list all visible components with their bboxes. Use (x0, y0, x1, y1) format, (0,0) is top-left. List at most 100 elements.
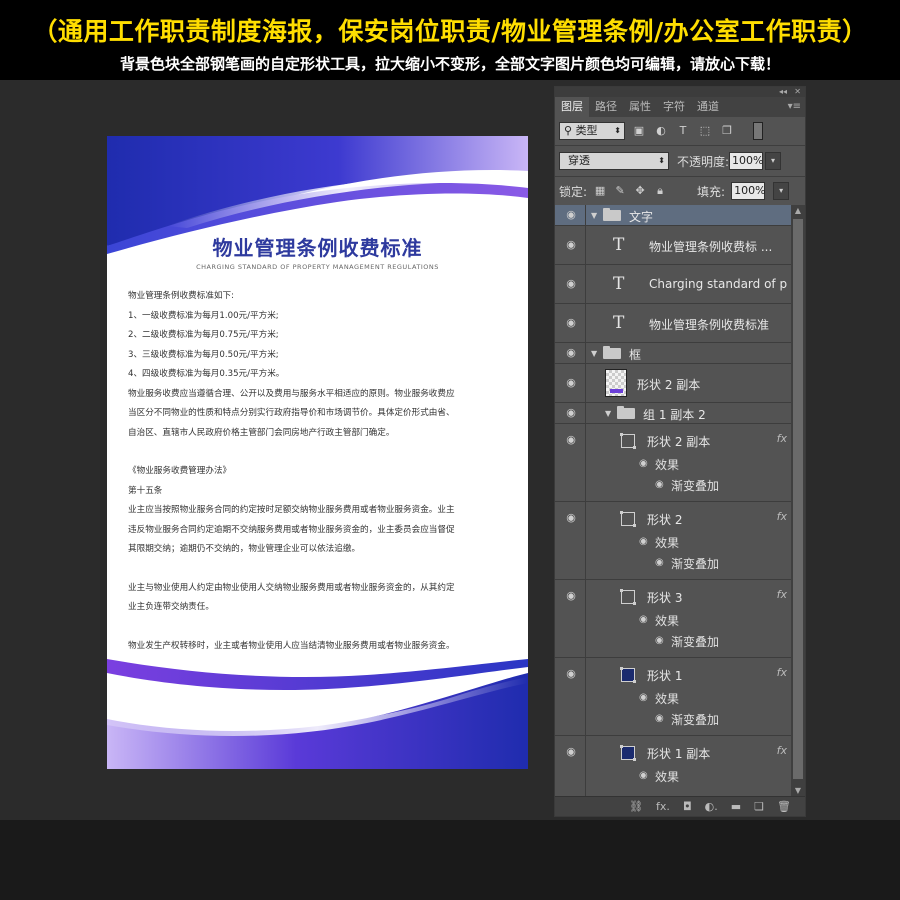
lock-move-icon[interactable]: ✥ (633, 184, 647, 198)
layer-fx-0[interactable]: ◉ 形状 2 副本 fx ◉ 效果 ◉ 渐变叠加 (555, 424, 791, 502)
fx-badge[interactable]: fx (777, 510, 787, 523)
gradient-overlay-label: 渐变叠加 (671, 557, 720, 571)
poster-document[interactable]: 物业管理条例收费标准 CHARGING STANDARD OF PROPERTY… (107, 136, 528, 769)
poster-body-text: 物业管理条例收费标准如下: 1、一级收费标准为每月1.00元/平方米; 2、二级收费… (128, 287, 510, 656)
caret-down-icon[interactable]: ▼ (591, 205, 597, 226)
layer-fx-1[interactable]: ◉ 形状 2 fx ◉ 效果 ◉ 渐变叠加 (555, 502, 791, 580)
tab-paths[interactable]: 路径 (589, 97, 623, 117)
divider (585, 226, 586, 264)
fill-dropdown-icon[interactable]: ▾ (773, 182, 790, 200)
filter-kind-select[interactable]: ⚲ 类型 ⬍ (559, 122, 625, 140)
scroll-up-icon[interactable]: ▲ (791, 205, 805, 217)
opacity-dropdown-icon[interactable]: ▾ (765, 152, 782, 170)
poster-text-line: 1、一级收费标准为每月1.00元/平方米; (128, 310, 279, 321)
collapse-icon[interactable]: ◂◂ (779, 87, 787, 97)
eye-icon[interactable]: ◉ (563, 434, 579, 446)
tab-layers[interactable]: 图层 (555, 97, 589, 117)
layers-list: ◉ ▼ 文字 ◉ T 物业管理条例收费标 ... ◉ T Charging st… (555, 205, 791, 797)
eye-icon[interactable]: ◉ (563, 317, 579, 329)
fx-badge[interactable]: fx (777, 432, 787, 445)
eye-icon[interactable]: ◉ (563, 668, 579, 680)
shape-filter-icon[interactable]: ⬚ (697, 123, 713, 139)
fx-badge[interactable]: fx (777, 744, 787, 757)
link-icon[interactable]: ⛓ (629, 797, 643, 817)
eye-icon[interactable]: ◉ (563, 239, 579, 251)
eye-icon[interactable]: ◉ (563, 209, 579, 221)
eye-icon[interactable]: ◉ (563, 278, 579, 290)
layer-shape-2-copy[interactable]: ◉ 形状 2 副本 (555, 364, 791, 403)
tab-character[interactable]: 字符 (657, 97, 691, 117)
eye-icon[interactable]: ◉ (563, 347, 579, 359)
effect-eye-icon[interactable]: ◉ (639, 692, 648, 703)
adjustment-icon[interactable]: ◐. (705, 797, 718, 817)
fill-input[interactable]: 100% (731, 182, 766, 200)
text-layer-icon: T (613, 235, 625, 255)
eye-icon[interactable]: ◉ (563, 407, 579, 419)
effect-eye-icon[interactable]: ◉ (655, 557, 664, 568)
eye-icon[interactable]: ◉ (563, 746, 579, 758)
caret-down-icon[interactable]: ▼ (591, 343, 597, 364)
layer-group-1-copy-2[interactable]: ◉ ▼ 组 1 副本 2 (555, 403, 791, 424)
divider (585, 736, 586, 797)
tab-properties[interactable]: 属性 (623, 97, 657, 117)
blend-mode-select[interactable]: 穿透 ⬍ (559, 152, 669, 170)
adjustment-filter-icon[interactable]: ◐ (653, 123, 669, 139)
divider (585, 205, 586, 225)
layer-text-3[interactable]: ◉ T 物业管理条例收费标准 (555, 304, 791, 343)
poster-text-line: 业主与物业使用人约定由物业使用人交纳物业服务费用或者物业服务资金的，从其约定 (128, 582, 455, 593)
fx-badge[interactable]: fx (777, 588, 787, 601)
caret-down-icon[interactable]: ▼ (605, 403, 611, 424)
eye-icon[interactable]: ◉ (563, 377, 579, 389)
folder-icon (603, 208, 621, 221)
lock-transparent-icon[interactable]: ▦ (593, 184, 607, 198)
layer-name: 组 1 副本 2 (643, 408, 706, 422)
effect-eye-icon[interactable]: ◉ (639, 536, 648, 547)
shape-thumbnail-icon (620, 433, 636, 449)
effect-eye-icon[interactable]: ◉ (639, 770, 648, 781)
layer-fx-3[interactable]: ◉ 形状 1 fx ◉ 效果 ◉ 渐变叠加 (555, 658, 791, 736)
panel-title-bar[interactable]: ◂◂ ✕ (555, 87, 805, 97)
fx-icon[interactable]: fx. (656, 797, 670, 817)
opacity-input[interactable]: 100% (729, 152, 764, 170)
new-group-icon[interactable]: ▬ (731, 797, 741, 817)
layer-text-2[interactable]: ◉ T Charging standard of pr... (555, 265, 791, 304)
layer-group-text[interactable]: ◉ ▼ 文字 (555, 205, 791, 226)
effect-eye-icon[interactable]: ◉ (655, 713, 664, 724)
layer-filter-row: ⚲ 类型 ⬍ ▣ ◐ T ⬚ ❐ (555, 117, 805, 145)
panel-menu-icon[interactable]: ▾≡ (788, 97, 801, 117)
divider (585, 580, 586, 657)
thumbnail-stripe (610, 389, 623, 393)
effect-eye-icon[interactable]: ◉ (655, 479, 664, 490)
layer-name: 形状 3 (647, 591, 683, 605)
tab-channels[interactable]: 通道 (691, 97, 725, 117)
trash-icon[interactable]: 🗑︎ (777, 797, 791, 817)
layers-panel[interactable]: ◂◂ ✕ 图层 路径 属性 字符 通道 ▾≡ ⚲ 类型 ⬍ ▣ ◐ T ⬚ ❐ … (554, 86, 806, 817)
lock-brush-icon[interactable]: ✎ (613, 184, 627, 198)
type-filter-icon[interactable]: T (675, 123, 691, 139)
eye-icon[interactable]: ◉ (563, 590, 579, 602)
scroll-thumb[interactable] (793, 219, 803, 779)
effect-eye-icon[interactable]: ◉ (655, 635, 664, 646)
lock-all-icon[interactable]: 🔒︎ (653, 184, 667, 198)
image-filter-icon[interactable]: ▣ (631, 123, 647, 139)
effects-label: 效果 (655, 458, 680, 472)
eye-icon[interactable]: ◉ (563, 512, 579, 524)
layer-group-frame[interactable]: ◉ ▼ 框 (555, 343, 791, 364)
new-layer-icon[interactable]: ❏ (754, 797, 764, 817)
folder-icon (617, 406, 635, 419)
close-icon[interactable]: ✕ (794, 87, 801, 97)
fx-badge[interactable]: fx (777, 666, 787, 679)
layers-scrollbar[interactable]: ▲ ▼ (791, 205, 805, 797)
lock-row: 锁定: ▦ ✎ ✥ 🔒︎ 填充: 100% ▾ (555, 177, 805, 205)
poster-text-line: 业主应当按照物业服务合同的约定按时足额交纳物业服务费用或者物业服务资金。业主 (128, 505, 455, 515)
effect-eye-icon[interactable]: ◉ (639, 458, 648, 469)
effect-eye-icon[interactable]: ◉ (639, 614, 648, 625)
filter-toggle[interactable] (753, 122, 763, 140)
layer-fx-4[interactable]: ◉ 形状 1 副本 fx ◉ 效果 (555, 736, 791, 797)
layer-fx-2[interactable]: ◉ 形状 3 fx ◉ 效果 ◉ 渐变叠加 (555, 580, 791, 658)
mask-icon[interactable]: ◘ (683, 797, 692, 817)
fx-layer-list: ◉ 形状 2 副本 fx ◉ 效果 ◉ 渐变叠加 ◉ 形状 2 fx ◉ 效果 ◉ 渐变叠加 ◉ 形状 3 fx… (555, 424, 791, 797)
divider (585, 502, 586, 579)
smart-object-filter-icon[interactable]: ❐ (719, 123, 735, 139)
layer-text-1[interactable]: ◉ T 物业管理条例收费标 ... (555, 226, 791, 265)
